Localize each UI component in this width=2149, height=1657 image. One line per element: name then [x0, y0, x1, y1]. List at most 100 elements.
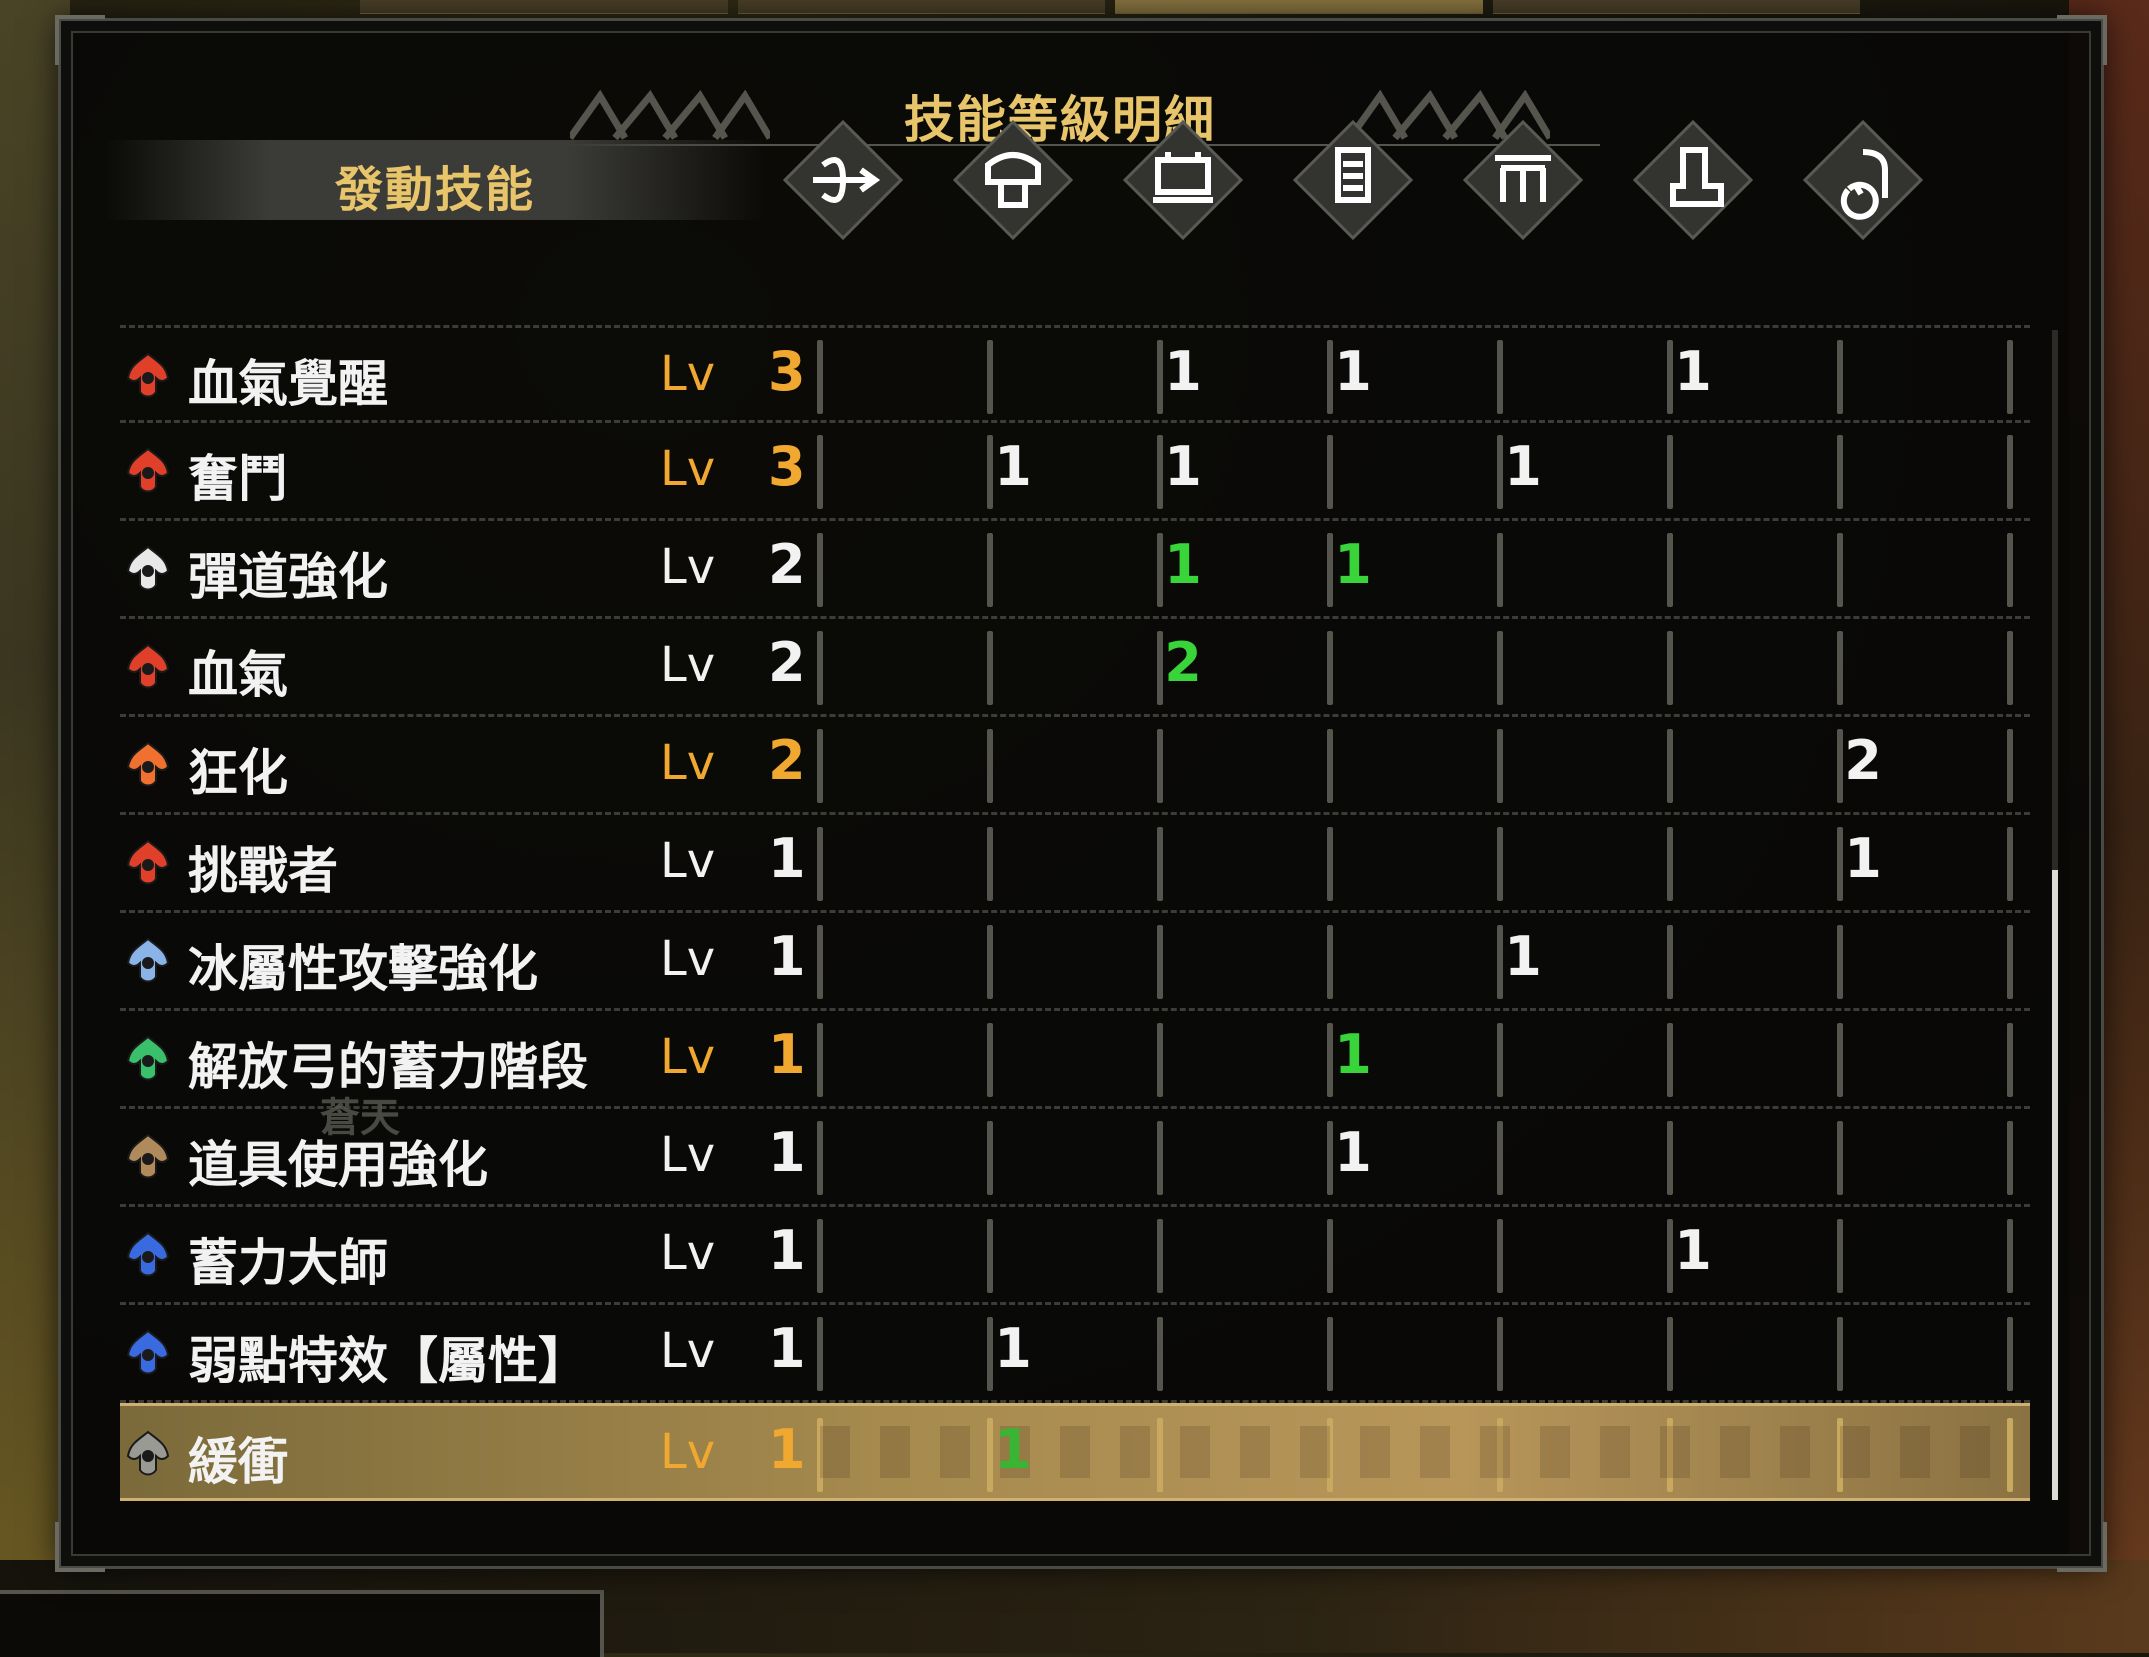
column-separator	[2007, 340, 2013, 414]
column-separator	[817, 925, 823, 999]
skill-jewel-icon	[120, 1227, 176, 1283]
column-separator	[1157, 1219, 1163, 1293]
column-separator	[2007, 1023, 2013, 1097]
top-tab[interactable]	[1492, 0, 1860, 14]
skill-jewel-icon	[120, 541, 176, 597]
top-tab-bar	[360, 0, 1860, 14]
skill-level-value: 1	[768, 827, 806, 890]
level-label: Lv	[660, 1029, 716, 1085]
column-separator	[1667, 1418, 1673, 1492]
skill-name: 挑戰者	[188, 842, 338, 900]
column-separator	[1837, 1418, 1843, 1492]
skill-name: 弱點特效【屬性】	[188, 1332, 588, 1390]
greaves-icon	[1632, 119, 1754, 241]
column-separator	[1327, 631, 1333, 705]
skill-row-selected[interactable]: 緩衝 Lv 1 1	[120, 1403, 2030, 1501]
skill-level-value: 1	[768, 1317, 806, 1380]
skill-row[interactable]: 奮鬥 Lv 3 1 1 1	[120, 423, 2030, 521]
column-separator	[1327, 827, 1333, 901]
column-separator	[1837, 1023, 1843, 1097]
column-separator	[817, 1317, 823, 1391]
skill-level-value: 1	[768, 925, 806, 988]
skill-name: 血氣覺醒	[188, 355, 388, 413]
column-separator	[1157, 729, 1163, 803]
skill-row[interactable]: 挑戰者 Lv 1 1	[120, 815, 2030, 913]
skill-row[interactable]: 蓄力大師 Lv 1 1	[120, 1207, 2030, 1305]
skill-row[interactable]: 血氣覺醒 Lv 3 1 1 1	[120, 325, 2030, 423]
skill-jewel-icon	[120, 737, 176, 793]
skill-name: 血氣	[188, 646, 288, 704]
level-label: Lv	[660, 637, 716, 693]
chest-armor-icon	[1122, 119, 1244, 241]
skill-level-value: 3	[768, 340, 806, 403]
skill-level-value: 1	[768, 1219, 806, 1282]
skill-name: 狂化	[188, 744, 288, 802]
level-label: Lv	[660, 1424, 716, 1480]
column-separator	[1667, 533, 1673, 607]
corner-ornament	[55, 1522, 105, 1572]
level-label: Lv	[660, 931, 716, 987]
column-separator	[1837, 925, 1843, 999]
skill-jewel-icon	[120, 1031, 176, 1087]
column-separator	[2007, 533, 2013, 607]
level-label: Lv	[660, 441, 716, 497]
scrollbar-thumb[interactable]	[2052, 870, 2058, 1500]
equipment-skill-points: 1	[1334, 1121, 1372, 1184]
column-separator	[817, 729, 823, 803]
column-separator	[1497, 729, 1503, 803]
equipment-skill-points: 2	[1844, 729, 1882, 792]
column-separator	[1497, 1023, 1503, 1097]
column-separator	[987, 827, 993, 901]
scrollbar[interactable]	[2052, 330, 2058, 1500]
column-separator	[1667, 925, 1673, 999]
column-separator	[1157, 827, 1163, 901]
column-separator	[1837, 631, 1843, 705]
column-separator	[817, 1418, 823, 1492]
equipment-skill-points: 1	[994, 1418, 1032, 1481]
column-separator	[2007, 827, 2013, 901]
equipment-skill-points: 1	[1844, 827, 1882, 890]
column-separator	[1157, 1023, 1163, 1097]
column-separator	[987, 533, 993, 607]
level-label: Lv	[660, 539, 716, 595]
column-separator	[1327, 435, 1333, 509]
column-separator	[1327, 1317, 1333, 1391]
skill-row[interactable]: 血氣 Lv 2 2	[120, 619, 2030, 717]
column-separator	[1837, 1317, 1843, 1391]
skill-row[interactable]: 狂化 Lv 2 2	[120, 717, 2030, 815]
skill-jewel-icon	[120, 933, 176, 989]
equipment-skill-points: 1	[1674, 340, 1712, 403]
column-separator	[1667, 435, 1673, 509]
column-separator	[1327, 1418, 1333, 1492]
column-separator	[2007, 1418, 2013, 1492]
skill-row[interactable]: 弱點特效【屬性】 Lv 1 1	[120, 1305, 2030, 1403]
column-separator	[987, 925, 993, 999]
column-separator	[1327, 925, 1333, 999]
column-separator	[1497, 533, 1503, 607]
skill-row[interactable]: 冰屬性攻擊強化 Lv 1 1	[120, 913, 2030, 1011]
column-separator	[2007, 1219, 2013, 1293]
top-tab[interactable]	[737, 0, 1105, 14]
column-separator	[1667, 631, 1673, 705]
top-tab[interactable]	[360, 0, 728, 14]
column-separator	[1157, 1418, 1163, 1492]
skill-jewel-icon	[120, 1325, 176, 1381]
skill-row[interactable]: 解放弓的蓄力階段 Lv 1 1	[120, 1011, 2030, 1109]
skill-level-value: 1	[768, 1121, 806, 1184]
skill-row[interactable]: 道具使用強化 Lv 1 1	[120, 1109, 2030, 1207]
level-label: Lv	[660, 1225, 716, 1281]
column-separator	[2007, 631, 2013, 705]
level-label: Lv	[660, 833, 716, 889]
column-separator	[1837, 1219, 1843, 1293]
column-separator	[2007, 729, 2013, 803]
equipment-skill-points: 1	[1334, 340, 1372, 403]
skill-row[interactable]: 彈道強化 Lv 2 1 1	[120, 521, 2030, 619]
top-tab-active[interactable]	[1115, 0, 1483, 14]
waist-armor-icon	[1462, 119, 1584, 241]
column-separator	[1667, 1317, 1673, 1391]
equipment-skill-points: 1	[1504, 435, 1542, 498]
helmet-icon	[952, 119, 1074, 241]
column-separator	[1327, 1219, 1333, 1293]
level-label: Lv	[660, 346, 716, 402]
corner-ornament	[2057, 1522, 2107, 1572]
